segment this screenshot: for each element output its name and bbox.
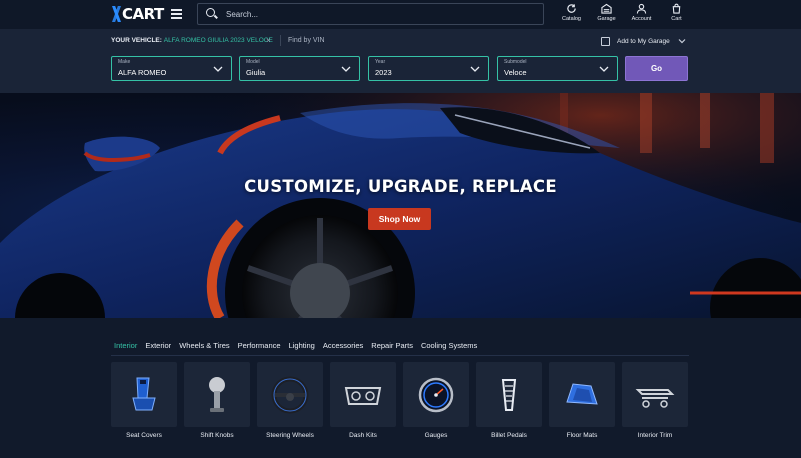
product-tile-image xyxy=(549,362,615,427)
model-select-label: Model xyxy=(246,59,260,65)
dash-kit-icon xyxy=(344,386,382,405)
tab-exterior[interactable]: Exterior xyxy=(142,338,176,356)
pedal-icon xyxy=(501,378,517,411)
product-category-grid: Seat Covers Shift Knobs Steering Wheels … xyxy=(111,362,695,439)
hero-car-image xyxy=(0,93,801,318)
interior-trim-icon xyxy=(635,388,675,408)
garage-icon xyxy=(601,3,612,14)
chevron-down-icon xyxy=(213,66,223,72)
product-label: Billet Pedals xyxy=(491,432,527,439)
hero-banner: CUSTOMIZE, UPGRADE, REPLACE Shop Now xyxy=(0,93,801,318)
product-label: Gauges xyxy=(424,432,448,439)
make-select[interactable]: Make ALFA ROMEO xyxy=(111,56,232,81)
account-icon xyxy=(636,3,647,14)
add-to-garage-checkbox[interactable] xyxy=(601,37,610,46)
submodel-select[interactable]: Submodel Veloce xyxy=(497,56,618,81)
product-tile[interactable]: Seat Covers xyxy=(111,362,177,439)
nav-account-label: Account xyxy=(631,16,652,22)
model-select-value: Giulia xyxy=(246,68,266,77)
year-select-label: Year xyxy=(375,59,386,65)
search-icon xyxy=(203,4,223,24)
product-tile-image xyxy=(476,362,542,427)
tab-accessories[interactable]: Accessories xyxy=(320,338,368,356)
product-tile-image xyxy=(403,362,469,427)
shop-now-button[interactable]: Shop Now xyxy=(368,208,431,230)
add-to-garage-label[interactable]: Add to My Garage xyxy=(617,38,670,45)
logo[interactable]: CART xyxy=(112,5,164,23)
product-label: Shift Knobs xyxy=(200,432,234,439)
nav-garage-label: Garage xyxy=(597,16,616,22)
tab-performance[interactable]: Performance xyxy=(235,338,286,356)
submodel-select-label: Submodel xyxy=(504,59,527,65)
year-select-value: 2023 xyxy=(375,68,392,77)
go-button[interactable]: Go xyxy=(625,56,688,81)
logo-text: CART xyxy=(122,5,164,23)
nav-cart-label: Cart xyxy=(671,16,682,22)
chevron-down-icon xyxy=(341,66,351,72)
shift-knob-icon xyxy=(209,376,225,412)
product-label: Floor Mats xyxy=(566,432,598,439)
tab-cooling-systems[interactable]: Cooling Systems xyxy=(418,338,482,356)
product-tile[interactable]: Interior Trim xyxy=(622,362,688,439)
product-tile[interactable]: Dash Kits xyxy=(330,362,396,439)
product-tile-image xyxy=(622,362,688,427)
logo-x-mark xyxy=(112,6,121,22)
search-input[interactable]: Search... xyxy=(226,10,258,19)
nav-garage[interactable]: Garage xyxy=(589,3,624,22)
header-nav: Catalog Garage Account Cart xyxy=(554,3,694,22)
steering-wheel-icon xyxy=(271,376,309,413)
tab-interior[interactable]: Interior xyxy=(111,338,143,356)
clear-vehicle-icon[interactable]: × xyxy=(266,36,271,45)
floor-mat-icon xyxy=(566,382,598,405)
tab-wheels-tires[interactable]: Wheels & Tires xyxy=(176,338,234,356)
cart-icon xyxy=(672,3,681,14)
chevron-down-icon xyxy=(470,66,480,72)
product-tile[interactable]: Billet Pedals xyxy=(476,362,542,439)
product-tile-image xyxy=(111,362,177,427)
product-label: Steering Wheels xyxy=(266,432,314,439)
chevron-down-icon[interactable] xyxy=(678,37,686,45)
seat-cover-icon xyxy=(132,377,156,410)
product-tile[interactable]: Shift Knobs xyxy=(184,362,250,439)
category-tabs: Interior Exterior Wheels & Tires Perform… xyxy=(111,338,482,356)
find-by-vin-link[interactable]: Find by VIN xyxy=(288,37,325,44)
product-label: Seat Covers xyxy=(126,432,162,439)
hamburger-menu-icon[interactable] xyxy=(171,9,182,19)
product-tile-image xyxy=(330,362,396,427)
tab-lighting[interactable]: Lighting xyxy=(286,338,320,356)
divider xyxy=(280,35,281,46)
hero-title: CUSTOMIZE, UPGRADE, REPLACE xyxy=(244,177,557,196)
nav-account[interactable]: Account xyxy=(624,3,659,22)
product-tile[interactable]: Gauges xyxy=(403,362,469,439)
tab-repair-parts[interactable]: Repair Parts xyxy=(368,338,418,356)
make-select-value: ALFA ROMEO xyxy=(118,68,167,77)
product-tile-image xyxy=(184,362,250,427)
product-label: Interior Trim xyxy=(637,432,673,439)
catalog-icon xyxy=(567,4,576,13)
product-label: Dash Kits xyxy=(349,432,377,439)
nav-catalog[interactable]: Catalog xyxy=(554,3,589,22)
search-bar[interactable]: Search... xyxy=(197,3,544,25)
year-select[interactable]: Year 2023 xyxy=(368,56,489,81)
gauge-icon xyxy=(418,377,454,412)
nav-catalog-label: Catalog xyxy=(562,16,581,22)
make-select-label: Make xyxy=(118,59,131,65)
nav-cart[interactable]: Cart xyxy=(659,3,694,22)
divider xyxy=(111,355,689,356)
submodel-select-value: Veloce xyxy=(504,68,527,77)
product-tile-image xyxy=(257,362,323,427)
your-vehicle-label: YOUR VEHICLE: xyxy=(111,37,162,44)
top-navigation-bar: CART Search... Catalog Garage Account Ca… xyxy=(0,0,801,29)
your-vehicle-value[interactable]: ALFA ROMEO GIULIA 2023 VELOCE xyxy=(164,37,273,44)
product-tile[interactable]: Floor Mats xyxy=(549,362,615,439)
your-vehicle: YOUR VEHICLE: ALFA ROMEO GIULIA 2023 VEL… xyxy=(111,37,273,44)
model-select[interactable]: Model Giulia xyxy=(239,56,360,81)
product-tile[interactable]: Steering Wheels xyxy=(257,362,323,439)
chevron-down-icon xyxy=(599,66,609,72)
